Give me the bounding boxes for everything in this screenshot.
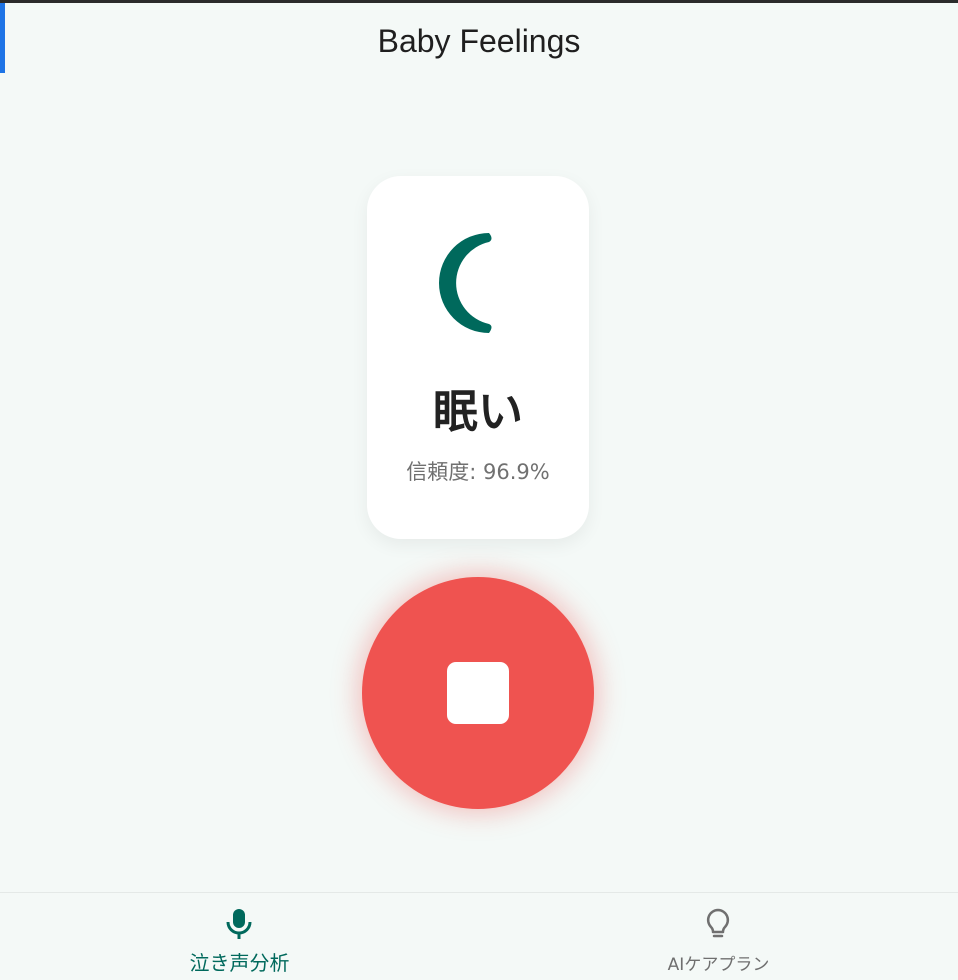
nav-label-cry-analysis: 泣き声分析 bbox=[189, 951, 290, 975]
emotion-label: 眠い bbox=[432, 385, 523, 438]
bottom-navigation: 泣き声分析 AIケアプラン bbox=[0, 892, 958, 980]
nav-label-ai-care-plan: AIケアプラン bbox=[667, 955, 770, 975]
moon-icon bbox=[439, 233, 492, 333]
lightbulb-icon bbox=[706, 908, 730, 938]
result-card: 眠い 信頼度: 96.9% bbox=[367, 176, 589, 539]
microphone-icon bbox=[226, 909, 252, 939]
confidence-text: 信頼度: 96.9% bbox=[406, 460, 550, 484]
app-bar: Baby Feelings bbox=[0, 3, 958, 83]
app-title: Baby Feelings bbox=[377, 22, 581, 59]
nav-item-ai-care-plan[interactable]: AIケアプラン bbox=[479, 893, 958, 980]
stop-icon bbox=[447, 662, 509, 724]
stop-recording-button[interactable] bbox=[362, 577, 594, 809]
nav-item-cry-analysis[interactable]: 泣き声分析 bbox=[0, 893, 479, 980]
